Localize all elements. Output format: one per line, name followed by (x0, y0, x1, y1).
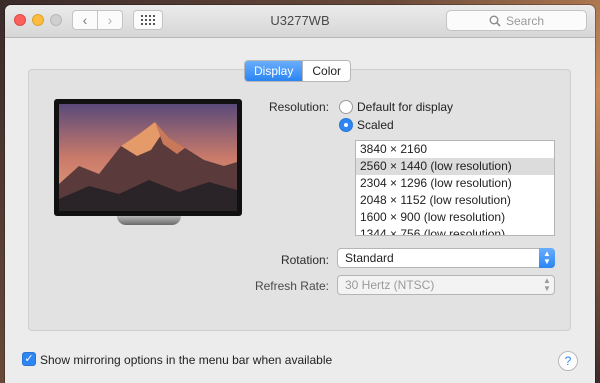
resolution-item[interactable]: 1344 × 756 (low resolution) (356, 226, 554, 235)
search-placeholder: Search (505, 13, 545, 28)
resolution-label: Resolution: (268, 100, 329, 114)
popup-arrows-icon: ▲ ▼ (543, 276, 551, 293)
radio-scaled-label[interactable]: Scaled (357, 118, 394, 132)
resolution-item-selected[interactable]: 2560 × 1440 (low resolution) (356, 158, 554, 175)
preferences-window: ‹ › U3277WB Search Display Color Resolut… (5, 5, 595, 383)
mirroring-checkbox-label[interactable]: Show mirroring options in the menu bar w… (40, 353, 332, 367)
rotation-value: Standard (345, 251, 394, 265)
refresh-rate-value: 30 Hertz (NTSC) (345, 278, 435, 292)
refresh-rate-popup: 30 Hertz (NTSC) ▲ ▼ (337, 275, 555, 295)
resolution-item[interactable]: 2304 × 1296 (low resolution) (356, 175, 554, 192)
monitor-preview-image (54, 99, 242, 216)
search-icon (489, 15, 501, 27)
tab-color[interactable]: Color (302, 61, 350, 81)
radio-default-for-display-label[interactable]: Default for display (357, 100, 453, 114)
resolution-item[interactable]: 2048 × 1152 (low resolution) (356, 192, 554, 209)
help-icon: ? (564, 354, 572, 368)
mirroring-checkbox[interactable]: ✓ (22, 352, 36, 366)
popup-arrows-icon: ▲ ▼ (539, 248, 555, 268)
title-bar: ‹ › U3277WB Search (5, 5, 595, 38)
tab-display[interactable]: Display (245, 61, 303, 81)
monitor-stand (117, 216, 181, 225)
resolution-list[interactable]: 3840 × 2160 2560 × 1440 (low resolution)… (355, 140, 555, 236)
desktop-wallpaper (59, 104, 237, 211)
radio-scaled[interactable] (339, 118, 353, 132)
refresh-rate-label: Refresh Rate: (254, 279, 329, 293)
radio-default-for-display[interactable] (339, 100, 353, 114)
rotation-popup[interactable]: Standard ▲ ▼ (337, 248, 555, 268)
tab-bar: Display Color (244, 60, 352, 82)
search-field[interactable]: Search (446, 10, 587, 31)
resolution-item[interactable]: 3840 × 2160 (356, 141, 554, 158)
rotation-label: Rotation: (280, 253, 329, 267)
help-button[interactable]: ? (558, 351, 578, 371)
resolution-item[interactable]: 1600 × 900 (low resolution) (356, 209, 554, 226)
